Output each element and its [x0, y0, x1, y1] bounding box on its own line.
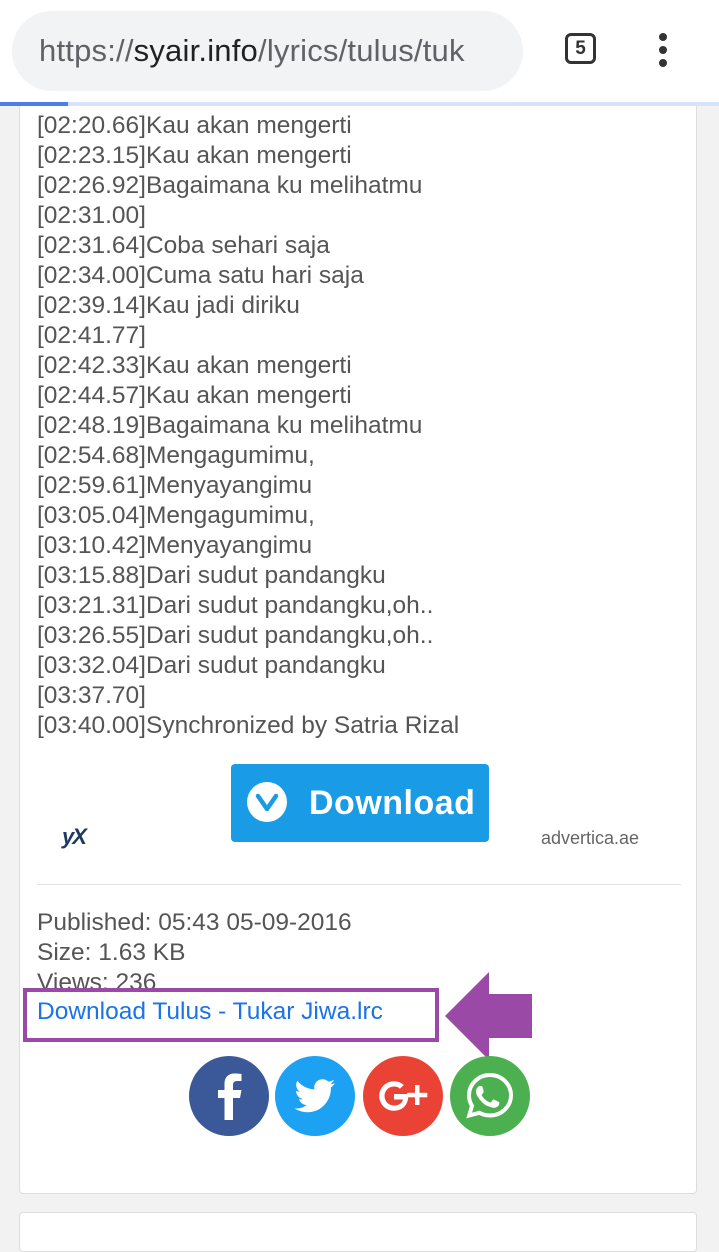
browser-toolbar: https://syair.info/lyrics/tulus/tuk 5 — [0, 0, 719, 102]
google-plus-icon — [379, 1081, 428, 1111]
google-plus-share-button[interactable] — [363, 1056, 443, 1136]
lyric-line: [03:15.88]Dari sudut pandangku — [37, 562, 386, 589]
view-count: Views: 236 — [37, 969, 157, 988]
lyric-line: [02:48.19]Bagaimana ku melihatmu — [37, 412, 423, 439]
lyric-line: [02:20.66]Kau akan mengerti — [37, 112, 352, 139]
url-text: https://syair.info/lyrics/tulus/tuk — [39, 33, 465, 68]
address-bar[interactable]: https://syair.info/lyrics/tulus/tuk — [12, 11, 523, 91]
twitter-icon — [294, 1079, 335, 1113]
lyric-line: [02:31.64]Coba sehari saja — [37, 232, 330, 259]
lyric-line: [02:26.92]Bagaimana ku melihatmu — [37, 172, 423, 199]
lyric-line: [02:42.33]Kau akan mengerti — [37, 352, 352, 379]
divider — [37, 884, 681, 885]
lyric-line: [02:31.00] — [37, 202, 146, 229]
lyric-line: [03:21.31]Dari sudut pandangku,oh.. — [37, 592, 434, 619]
lyric-line: [03:10.42]Menyayangimu — [37, 532, 313, 559]
lyric-line: [03:05.04]Mengagumimu, — [37, 502, 315, 529]
page-load-progress — [0, 102, 719, 106]
lyric-line: [03:40.00]Synchronized by Satria Rizal — [37, 712, 460, 739]
annotation-highlight-box — [23, 988, 439, 1042]
annotation-arrow-icon — [445, 972, 532, 1060]
whatsapp-icon — [466, 1072, 514, 1119]
ad-download-label: Download — [309, 784, 476, 822]
ad-download-button[interactable]: Download — [231, 764, 489, 842]
whatsapp-share-button[interactable] — [450, 1056, 530, 1136]
lyric-line: [03:37.70] — [37, 682, 146, 709]
lyric-line: [02:34.00]Cuma satu hari saja — [37, 262, 364, 289]
lyric-line: [02:39.14]Kau jadi diriku — [37, 292, 300, 319]
facebook-icon — [218, 1073, 242, 1120]
facebook-share-button[interactable] — [189, 1056, 269, 1136]
file-meta: Published: 05:43 05-09-2016 Size: 1.63 K… — [37, 908, 352, 968]
next-card — [19, 1212, 697, 1252]
lyric-line: [02:44.57]Kau akan mengerti — [37, 382, 352, 409]
ad-brand-text[interactable]: advertica.ae — [541, 828, 639, 849]
more-menu-icon[interactable] — [655, 33, 671, 69]
lyric-line: [02:59.61]Menyayangimu — [37, 472, 313, 499]
twitter-share-button[interactable] — [275, 1056, 355, 1136]
tab-switcher-button[interactable]: 5 — [565, 33, 596, 64]
ad-network-logo[interactable]: yX — [62, 824, 87, 850]
lyrics-text: [02:20.66]Kau akan mengerti [02:23.15]Kau… — [37, 111, 677, 741]
lyric-line: [02:54.68]Mengagumimu, — [37, 442, 315, 469]
lyric-line: [03:26.55]Dari sudut pandangku,oh.. — [37, 622, 434, 649]
lyric-line: [03:32.04]Dari sudut pandangku — [37, 652, 386, 679]
file-size: Size: 1.63 KB — [37, 939, 186, 966]
published-date: Published: 05:43 05-09-2016 — [37, 909, 352, 936]
chevron-down-icon — [247, 782, 287, 822]
lyric-line: [02:23.15]Kau akan mengerti — [37, 142, 352, 169]
lyric-line: [02:41.77] — [37, 322, 146, 349]
